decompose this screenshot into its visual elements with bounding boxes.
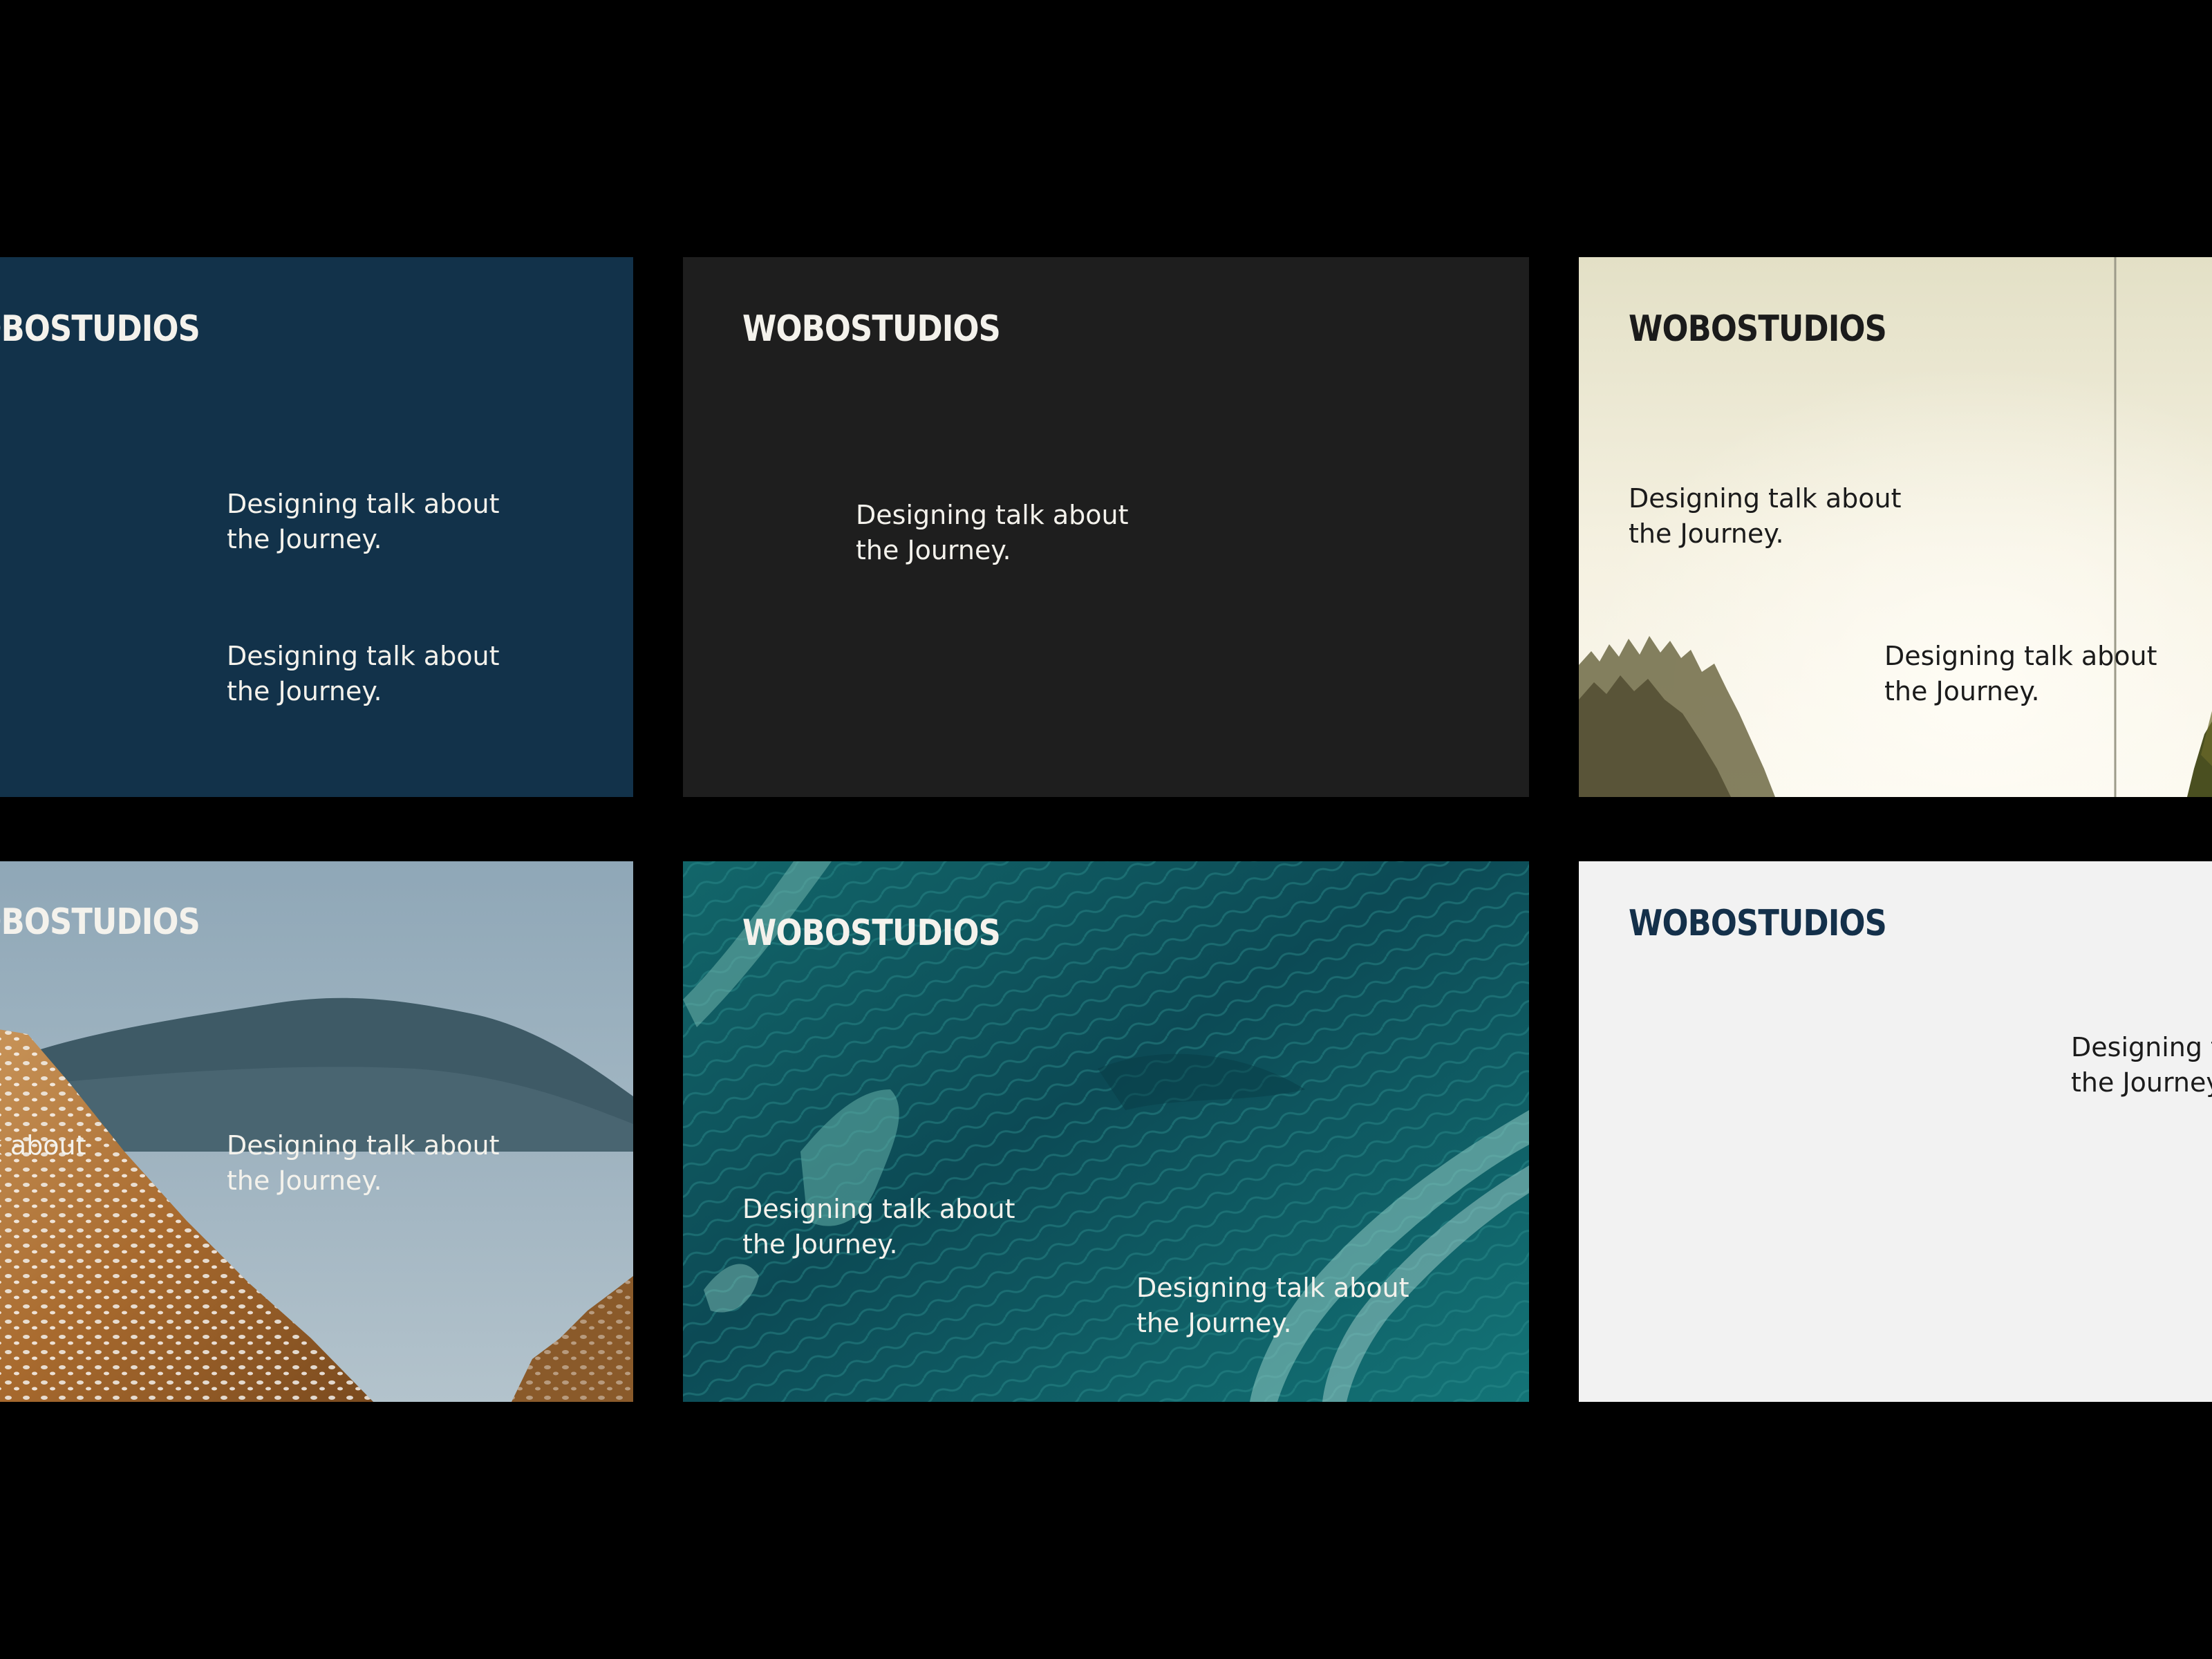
- brand-logo: WOBOSTUDIOS: [0, 901, 200, 943]
- tagline-line-1: Designing talk about: [227, 489, 500, 519]
- tagline-line-1: Designing talk about: [1629, 483, 1902, 514]
- tagline: Designing talk about the Journey.: [856, 498, 1129, 568]
- tagline: Designing talk about the Journey.: [1136, 1271, 1409, 1341]
- tagline: Designing talk about the Journey.: [227, 1128, 500, 1199]
- tagline-line-2: the Journey.: [1629, 518, 1784, 549]
- tagline: Designing talk about the Journey.: [227, 487, 500, 557]
- tagline-line-2: the Journey.: [856, 535, 1011, 565]
- tagline-line-2: the Journey.: [2071, 1067, 2212, 1098]
- navy-card: WOBOSTUDIOS Designing talk about the Jou…: [0, 257, 633, 797]
- tagline-line-1: Designing talk about: [227, 1130, 500, 1161]
- tagline: Designing talk about the Journey.: [0, 1128, 86, 1199]
- mountain-card: WOBOSTUDIOS Designing talk about the Jou…: [0, 861, 633, 1402]
- tagline-line-1: Designing talk about: [1884, 641, 2157, 671]
- tagline: Designing talk about the Journey.: [1884, 639, 2157, 709]
- tagline-line-1: Designing talk about: [1136, 1273, 1409, 1303]
- brand-logo: WOBOSTUDIOS: [742, 912, 1001, 954]
- tagline: Designing talk about the Journey.: [1629, 481, 1902, 552]
- tagline-line-1: Designing talk about: [2071, 1032, 2212, 1062]
- tagline-line-2: the Journey.: [0, 1163, 86, 1199]
- tagline-line-2: the Journey.: [227, 524, 382, 554]
- tagline-line-1: Designing talk about: [742, 1194, 1015, 1224]
- tagline: Designing talk about the Journey.: [742, 1192, 1015, 1262]
- brand-logo: WOBOSTUDIOS: [1629, 903, 1887, 944]
- tagline-line-1: Designing talk about: [0, 1130, 86, 1161]
- tagline-line-1: Designing talk about: [227, 641, 500, 671]
- tagline-line-2: the Journey.: [742, 1229, 898, 1259]
- tagline-line-2: the Journey.: [1136, 1308, 1292, 1338]
- tagline: Designing talk about the Journey.: [2071, 1030, 2212, 1100]
- forest-card: WOBOSTUDIOS Designing talk about the Jou…: [1579, 257, 2212, 797]
- gray-card: WOBOSTUDIOS Designing talk about the Jou…: [1579, 861, 2212, 1402]
- brand-logo: WOBOSTUDIOS: [742, 308, 1001, 350]
- brand-logo: WOBOSTUDIOS: [1629, 308, 1887, 350]
- tagline-line-2: the Journey.: [227, 1165, 382, 1196]
- tagline-line-2: the Journey.: [1884, 676, 2040, 706]
- tagline-line-2: the Journey.: [227, 676, 382, 706]
- brand-logo: WOBOSTUDIOS: [0, 308, 200, 350]
- charcoal-card: WOBOSTUDIOS Designing talk about the Jou…: [683, 257, 1529, 797]
- tagline-line-1: Designing talk about: [856, 500, 1129, 530]
- tagline: Designing talk about the Journey.: [227, 639, 500, 709]
- ocean-card: WOBOSTUDIOS Designing talk about the Jou…: [683, 861, 1529, 1402]
